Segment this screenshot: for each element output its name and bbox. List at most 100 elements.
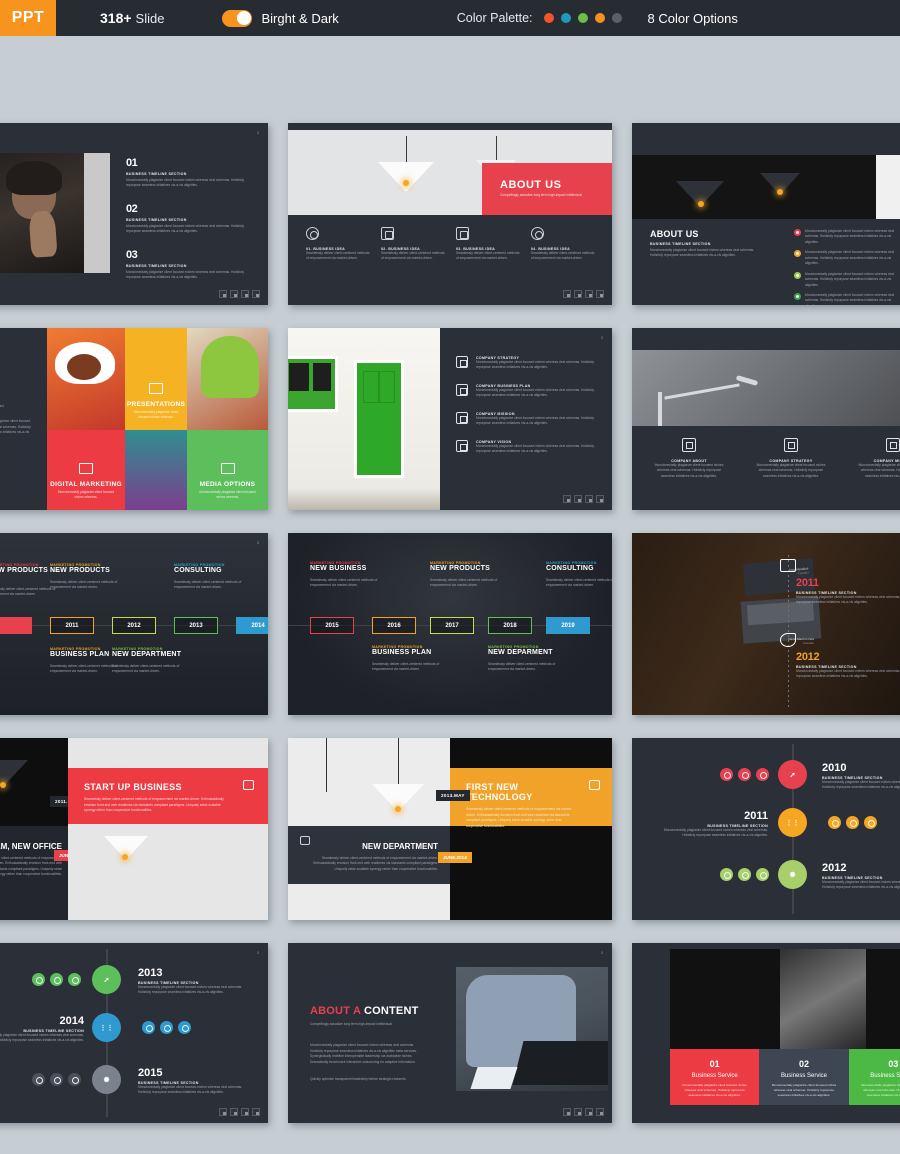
- palette-dot-3[interactable]: [577, 13, 588, 23]
- youtube-icon[interactable]: [241, 290, 249, 298]
- status-dot-icon: [794, 229, 801, 236]
- mini-icon[interactable]: [178, 1021, 191, 1034]
- mini-icon[interactable]: [720, 768, 733, 781]
- slide-about-us-dark[interactable]: ABOUT US BUSINESS TIMELINE SECTION Monot…: [632, 123, 900, 305]
- slide-about-a-content[interactable]: 3 ABOUT A CONTENT Compellingly actualize…: [288, 943, 612, 1123]
- timeline-year[interactable]: 2019: [546, 617, 590, 634]
- sliders-icon: ⋮⋮: [99, 1024, 114, 1032]
- mini-icon[interactable]: [142, 1021, 155, 1034]
- timeline-year[interactable]: 2018: [488, 617, 532, 634]
- slide-count-word: Slide: [135, 10, 165, 26]
- palette-dot-1[interactable]: [543, 13, 554, 23]
- timeline-node[interactable]: ⋮⋮: [92, 1013, 121, 1042]
- timeline-node[interactable]: ➚: [778, 760, 807, 789]
- mini-icon[interactable]: [50, 973, 63, 986]
- company-column: COMPANY STRATEGY Monotonectally plagiari…: [754, 438, 828, 479]
- mini-icon[interactable]: [720, 868, 733, 881]
- palette-dot-4[interactable]: [594, 13, 605, 23]
- block-title: NEW BUSINESS: [310, 565, 367, 572]
- media-options-tile[interactable]: MEDIA OPTIONS Monotonectally plagiarize …: [187, 429, 268, 510]
- service-card[interactable]: 03 Business Service Monotonectally plagi…: [848, 1049, 900, 1105]
- slide-horizontal-timeline-a[interactable]: 3 2011 2012 2013 2014 MARKETING PROMOTIO…: [0, 533, 268, 715]
- dribbble-icon[interactable]: [596, 1108, 604, 1116]
- slide-founder-timeline[interactable]: Aron Hanafius Founder David Martin Linda…: [632, 533, 900, 715]
- facebook-icon[interactable]: [219, 290, 227, 298]
- twitter-icon[interactable]: [574, 290, 582, 298]
- slide-about-us-red[interactable]: ABOUT US Compellingly actualize long ter…: [288, 123, 612, 305]
- page-number: 3: [256, 540, 259, 545]
- mini-icon[interactable]: [756, 868, 769, 881]
- dribbble-icon[interactable]: [596, 290, 604, 298]
- block-body: Seamlessly deliver client-centered metho…: [430, 578, 498, 588]
- slide-first-technology[interactable]: FIRST NEW TECHNOLOGY Seamlessly deliver …: [288, 738, 612, 920]
- bag-icon: [589, 780, 600, 790]
- youtube-icon[interactable]: [241, 1108, 249, 1116]
- twitter-icon[interactable]: [230, 290, 238, 298]
- mini-icon[interactable]: [864, 816, 877, 829]
- facebook-icon[interactable]: [563, 290, 571, 298]
- digital-marketing-tile[interactable]: DIGITAL MARKETING Monotonectally plagiar…: [47, 429, 125, 510]
- mini-icon[interactable]: [738, 768, 751, 781]
- slide-colorful-tiles[interactable]: 10 long term high-impact Monotonectally …: [0, 328, 268, 510]
- social-icons[interactable]: [219, 290, 260, 298]
- youtube-icon[interactable]: [585, 495, 593, 503]
- slide-horizontal-timeline-b[interactable]: 2015 2016 2017 2018 2019 MARKETING PROMO…: [288, 533, 612, 715]
- timeline-year[interactable]: 2016: [372, 617, 416, 634]
- status-dot-icon: [794, 250, 801, 258]
- timeline-node[interactable]: ➚: [92, 965, 121, 994]
- bright-dark-toggle[interactable]: Birght & Dark: [222, 0, 339, 36]
- slide-vertical-timeline-b[interactable]: 3 ➚ 2013 BUSINESS TIMELINE SECTION Monot…: [0, 943, 268, 1123]
- slide-startup-business[interactable]: NEW TEAM, NEW OFFICE Seamlessly deliver …: [0, 738, 268, 920]
- mini-icon[interactable]: [828, 816, 841, 829]
- twitter-icon[interactable]: [230, 1108, 238, 1116]
- facebook-icon[interactable]: [563, 495, 571, 503]
- mini-icon[interactable]: [846, 816, 859, 829]
- bullet-grid: Monotonectally plagiarize client focused…: [756, 229, 900, 305]
- slide-company-three-column[interactable]: COMPANY ABOUT Monotonectally plagiarize …: [632, 328, 900, 510]
- facebook-icon[interactable]: [219, 1108, 227, 1116]
- slide-business-service[interactable]: 01 Business Service Monotonectally plagi…: [632, 943, 900, 1123]
- timeline-year[interactable]: 2012: [112, 617, 156, 634]
- timeline-year[interactable]: 2013: [174, 617, 218, 634]
- slide-numbered-timeline[interactable]: 3 01 BUSINESS TIMELINE SECTION Monotonec…: [0, 123, 268, 305]
- facebook-icon[interactable]: [563, 1108, 571, 1116]
- social-icons[interactable]: [563, 495, 604, 503]
- twitter-icon[interactable]: [574, 1108, 582, 1116]
- mini-icon[interactable]: [50, 1073, 63, 1086]
- toggle-switch-icon[interactable]: [222, 9, 253, 27]
- social-icons[interactable]: [219, 1108, 260, 1116]
- mini-icon[interactable]: [160, 1021, 173, 1034]
- timeline-node[interactable]: ✺: [778, 860, 807, 889]
- mini-icon[interactable]: [32, 973, 45, 986]
- timeline-year[interactable]: 2015: [310, 617, 354, 634]
- social-icons[interactable]: [563, 290, 604, 298]
- mini-icon[interactable]: [68, 1073, 81, 1086]
- timeline-node[interactable]: ⋮⋮: [778, 808, 807, 837]
- dribbble-icon[interactable]: [252, 290, 260, 298]
- service-card[interactable]: 02 Business Service Monotonectally plagi…: [759, 1049, 849, 1105]
- mini-icon[interactable]: [756, 768, 769, 781]
- palette-dot-2[interactable]: [560, 13, 571, 23]
- twitter-icon[interactable]: [574, 495, 582, 503]
- youtube-icon[interactable]: [585, 1108, 593, 1116]
- mini-icon[interactable]: [738, 868, 751, 881]
- mini-icon[interactable]: [68, 973, 81, 986]
- youtube-icon[interactable]: [585, 290, 593, 298]
- social-icons[interactable]: [563, 1108, 604, 1116]
- timeline-node[interactable]: ✺: [92, 1065, 121, 1094]
- dribbble-icon[interactable]: [596, 495, 604, 503]
- company-column: COMPANY MISSION Monotonectally plagiariz…: [856, 438, 900, 479]
- slide-vertical-timeline-a[interactable]: ➚ 2010 BUSINESS TIMELINE SECTION Monoton…: [632, 738, 900, 920]
- mini-icon[interactable]: [32, 1073, 45, 1086]
- timeline-year[interactable]: 2014: [236, 617, 268, 634]
- presentations-tile[interactable]: PRESENTATIONS Monotonectally plagiarize …: [125, 328, 187, 430]
- timeline-year[interactable]: [0, 617, 32, 634]
- service-card[interactable]: 01 Business Service Monotonectally plagi…: [670, 1049, 760, 1105]
- dribbble-icon[interactable]: [252, 1108, 260, 1116]
- entry-body: Monotonectally plagiarize client focused…: [796, 669, 900, 679]
- palette-dot-5[interactable]: [611, 13, 622, 23]
- palette-swatches[interactable]: [543, 13, 622, 23]
- slide-company-list[interactable]: 3 COMPANY STRATEGY Monotonectally plagia…: [288, 328, 612, 510]
- timeline-year[interactable]: 2011: [50, 617, 94, 634]
- timeline-year[interactable]: 2017: [430, 617, 474, 634]
